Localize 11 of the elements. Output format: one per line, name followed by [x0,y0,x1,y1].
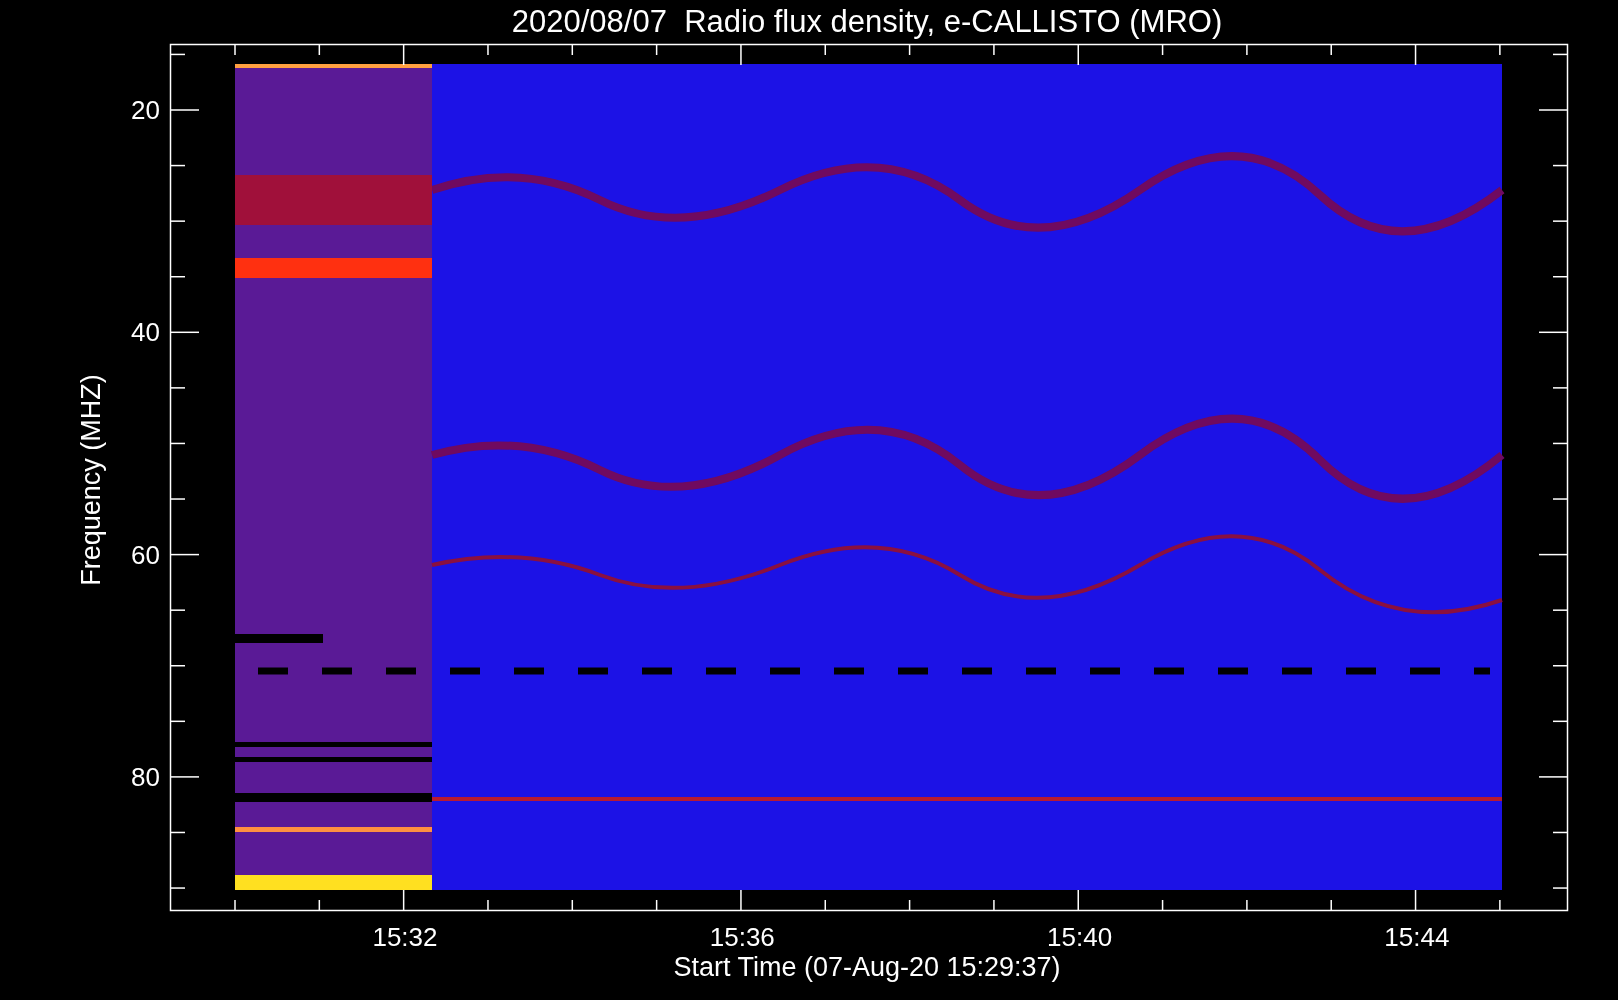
x-tick-label: 15:36 [709,922,775,952]
x-tick-label: 15:32 [372,922,438,952]
y-tick-label: 40 [131,317,160,348]
y-tick-label: 20 [131,95,160,125]
y-tick-label: 80 [131,761,160,792]
y-axis-label: Frequency (MHZ) [76,374,106,586]
x-tick-label: 15:44 [1384,922,1450,952]
x-axis-label: Start Time (07-Aug-20 15:29:37) [673,952,1061,982]
chart-title: 2020/08/07 Radio flux density, e-CALLISTO (MRO) [511,4,1223,39]
x-tick-label: 15:40 [1047,922,1113,952]
y-tick-label: 60 [131,539,160,570]
